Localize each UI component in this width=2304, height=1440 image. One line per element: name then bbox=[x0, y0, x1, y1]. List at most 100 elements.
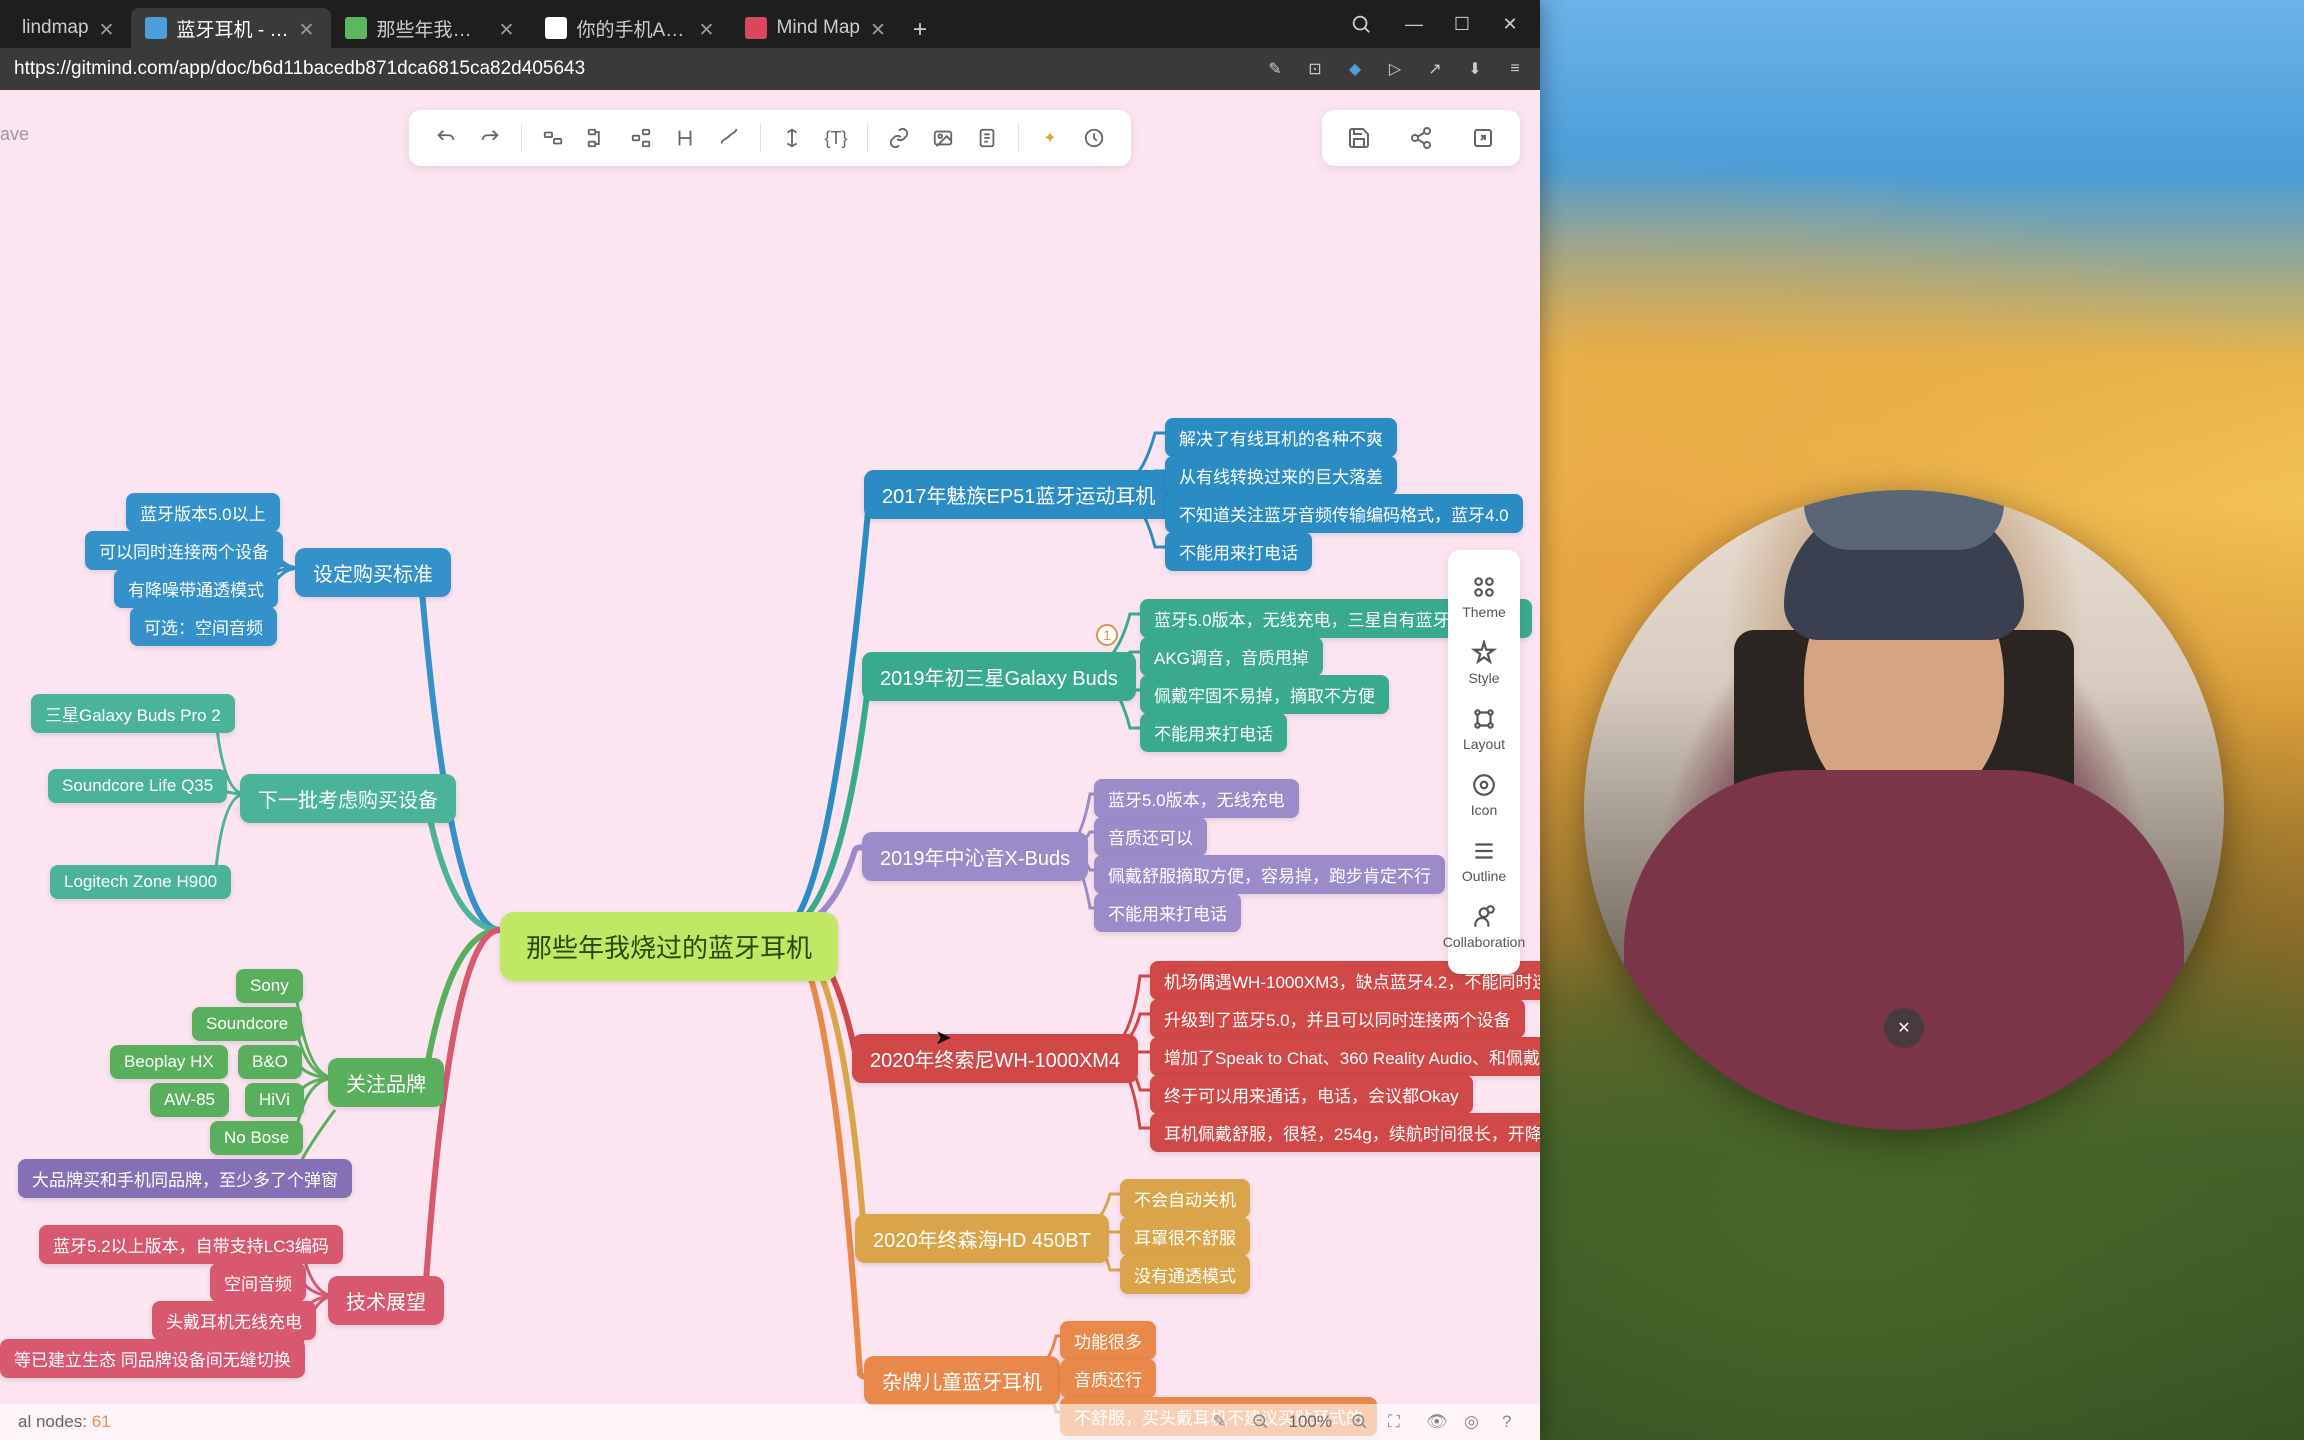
node-l3-0[interactable]: Sony bbox=[236, 969, 303, 1003]
add-parent-button[interactable] bbox=[622, 119, 660, 157]
node-l3-1[interactable]: Soundcore bbox=[192, 1007, 302, 1041]
download-icon[interactable]: ⬇ bbox=[1464, 58, 1486, 80]
view-button[interactable]: 👁 bbox=[1426, 1412, 1446, 1432]
tab-1[interactable]: 蓝牙耳机 - GitMind✕ bbox=[131, 8, 331, 48]
node-r3-0[interactable]: 蓝牙5.0版本，无线充电 bbox=[1094, 779, 1299, 818]
image-button[interactable] bbox=[924, 119, 962, 157]
redo-button[interactable] bbox=[471, 119, 509, 157]
help-button[interactable]: ? bbox=[1502, 1412, 1522, 1432]
style-tool[interactable]: Style bbox=[1448, 630, 1520, 696]
reader-icon[interactable]: ⊡ bbox=[1304, 58, 1326, 80]
menu-icon[interactable]: ≡ bbox=[1504, 58, 1526, 80]
note-button[interactable] bbox=[968, 119, 1006, 157]
play-icon[interactable]: ▷ bbox=[1384, 58, 1406, 80]
refresh-button[interactable] bbox=[1075, 119, 1113, 157]
node-l4-1[interactable]: 空间音频 bbox=[210, 1263, 306, 1302]
mindmap-app[interactable]: ave {T} ✦ Theme bbox=[0, 90, 1540, 1440]
add-sibling-button[interactable] bbox=[534, 119, 572, 157]
node-r3[interactable]: 2019年中沁音X-Buds bbox=[862, 832, 1088, 881]
node-r3-2[interactable]: 佩戴舒服摘取方便，容易掉，跑步肯定不行 bbox=[1094, 855, 1445, 894]
node-r1-3[interactable]: 不能用来打电话 bbox=[1165, 532, 1312, 571]
node-l3[interactable]: 关注品牌 bbox=[328, 1058, 444, 1107]
node-r1-1[interactable]: 从有线转换过来的巨大落差 bbox=[1165, 456, 1397, 495]
node-l1[interactable]: 设定购买标准 bbox=[295, 548, 451, 597]
node-r1[interactable]: 2017年魅族EP51蓝牙运动耳机 bbox=[864, 470, 1173, 519]
layout-tool[interactable]: Layout bbox=[1448, 696, 1520, 762]
collab-tool[interactable]: Collaboration bbox=[1448, 894, 1520, 960]
node-r1-0[interactable]: 解决了有线耳机的各种不爽 bbox=[1165, 418, 1397, 457]
minimize-button[interactable]: — bbox=[1392, 6, 1436, 42]
node-l3-5[interactable]: AW-85 bbox=[150, 1083, 229, 1117]
node-l2-0[interactable]: 三星Galaxy Buds Pro 2 bbox=[31, 694, 235, 733]
node-r6-0[interactable]: 功能很多 bbox=[1060, 1321, 1156, 1360]
node-l1-0[interactable]: 蓝牙版本5.0以上 bbox=[126, 493, 280, 532]
center-button[interactable]: ◎ bbox=[1464, 1412, 1484, 1432]
node-l4-0[interactable]: 蓝牙5.2以上版本，自带支持LC3编码 bbox=[39, 1225, 343, 1264]
node-r4[interactable]: 2020年终索尼WH-1000XM4 bbox=[852, 1034, 1138, 1083]
zoom-out-button[interactable] bbox=[1251, 1412, 1271, 1432]
node-l1-3[interactable]: 可选：空间音频 bbox=[130, 607, 277, 646]
pointer-icon[interactable]: ✎ bbox=[1213, 1412, 1233, 1432]
add-child-button[interactable] bbox=[578, 119, 616, 157]
node-r3-1[interactable]: 音质还可以 bbox=[1094, 817, 1207, 856]
theme-tool[interactable]: Theme bbox=[1448, 564, 1520, 630]
new-tab-button[interactable]: + bbox=[902, 12, 938, 48]
node-l2-2[interactable]: Logitech Zone H900 bbox=[50, 865, 231, 899]
node-l1-2[interactable]: 有降噪带通透模式 bbox=[114, 569, 278, 608]
node-r4-3[interactable]: 终于可以用来通话，电话，会议都Okay bbox=[1150, 1075, 1473, 1114]
node-l4-2[interactable]: 头戴耳机无线充电 bbox=[152, 1301, 316, 1340]
mindmap-canvas[interactable]: 那些年我烧过的蓝牙耳机 2017年魅族EP51蓝牙运动耳机 解决了有线耳机的各种… bbox=[0, 90, 1540, 1440]
edit-icon[interactable]: ✎ bbox=[1264, 58, 1286, 80]
node-r5-2[interactable]: 没有通透模式 bbox=[1120, 1255, 1250, 1294]
node-l4-3[interactable]: 等已建立生态 同品牌设备间无缝切换 bbox=[0, 1339, 305, 1378]
text-button[interactable]: {T} bbox=[817, 119, 855, 157]
node-r2-1[interactable]: AKG调音，音质甩掉 bbox=[1140, 637, 1323, 676]
node-l2[interactable]: 下一批考虑购买设备 bbox=[240, 774, 456, 823]
tab-3[interactable]: 你的手机APP，让你的Win✕ bbox=[531, 8, 731, 48]
close-icon[interactable]: ✕ bbox=[870, 19, 888, 37]
address-bar[interactable]: https://gitmind.com/app/doc/b6d11bacedb8… bbox=[0, 48, 1540, 90]
fit-button[interactable]: ⛶ bbox=[1388, 1412, 1408, 1432]
webcam-close-button[interactable]: ✕ bbox=[1884, 1008, 1924, 1048]
node-r5-0[interactable]: 不会自动关机 bbox=[1120, 1179, 1250, 1218]
tab-4[interactable]: Mind Map✕ bbox=[731, 8, 902, 48]
maximize-button[interactable]: ☐ bbox=[1440, 6, 1484, 42]
node-r6-1[interactable]: 音质还行 bbox=[1060, 1359, 1156, 1398]
search-icon[interactable] bbox=[1350, 13, 1372, 35]
outline-tool[interactable]: Outline bbox=[1448, 828, 1520, 894]
node-l3-2[interactable]: B&O bbox=[238, 1045, 302, 1079]
node-r2-3[interactable]: 不能用来打电话 bbox=[1140, 713, 1287, 752]
node-l3-3[interactable]: Beoplay HX bbox=[110, 1045, 228, 1079]
undo-button[interactable] bbox=[427, 119, 465, 157]
node-r4-1[interactable]: 升级到了蓝牙5.0，并且可以同时连接两个设备 bbox=[1150, 999, 1525, 1038]
node-l3-note[interactable]: 大品牌买和手机同品牌，至少多了个弹窗 bbox=[18, 1159, 352, 1198]
close-button[interactable]: ✕ bbox=[1488, 6, 1532, 42]
icon-tool[interactable]: Icon bbox=[1448, 762, 1520, 828]
share-button[interactable] bbox=[1402, 119, 1440, 157]
share-icon[interactable]: ↗ bbox=[1424, 58, 1446, 80]
node-l4[interactable]: 技术展望 bbox=[328, 1276, 444, 1325]
node-r2[interactable]: 2019年初三星Galaxy Buds bbox=[862, 652, 1136, 701]
root-node[interactable]: 那些年我烧过的蓝牙耳机 bbox=[500, 912, 838, 981]
close-icon[interactable]: ✕ bbox=[99, 19, 117, 37]
node-r2-2[interactable]: 佩戴牢固不易掉，摘取不方便 bbox=[1140, 675, 1389, 714]
node-l3-4[interactable]: HiVi bbox=[245, 1083, 304, 1117]
node-r5-1[interactable]: 耳罩很不舒服 bbox=[1120, 1217, 1250, 1256]
shield-icon[interactable]: ◆ bbox=[1344, 58, 1366, 80]
relation-button[interactable] bbox=[710, 119, 748, 157]
export-button[interactable] bbox=[1464, 119, 1502, 157]
node-r3-3[interactable]: 不能用来打电话 bbox=[1094, 893, 1241, 932]
node-l1-1[interactable]: 可以同时连接两个设备 bbox=[85, 531, 283, 570]
close-icon[interactable]: ✕ bbox=[499, 19, 517, 37]
tab-2[interactable]: 那些年我买过的便携音箱✕ bbox=[331, 8, 531, 48]
url[interactable]: https://gitmind.com/app/doc/b6d11bacedb8… bbox=[14, 58, 1264, 80]
save-button[interactable] bbox=[1340, 119, 1378, 157]
close-icon[interactable]: ✕ bbox=[699, 19, 717, 37]
node-l3-6[interactable]: No Bose bbox=[210, 1121, 303, 1155]
ai-button[interactable]: ✦ bbox=[1031, 119, 1069, 157]
node-r4-2[interactable]: 增加了Speak to Chat、360 Reality Audio、和佩戴传感… bbox=[1150, 1037, 1540, 1076]
node-r5[interactable]: 2020年终森海HD 450BT bbox=[855, 1214, 1109, 1263]
node-r4-4[interactable]: 耳机佩戴舒服，很轻，254g，续航时间很长，开降噪30小时 bbox=[1150, 1113, 1540, 1152]
format-button[interactable] bbox=[773, 119, 811, 157]
node-l2-1[interactable]: Soundcore Life Q35 bbox=[48, 769, 227, 803]
